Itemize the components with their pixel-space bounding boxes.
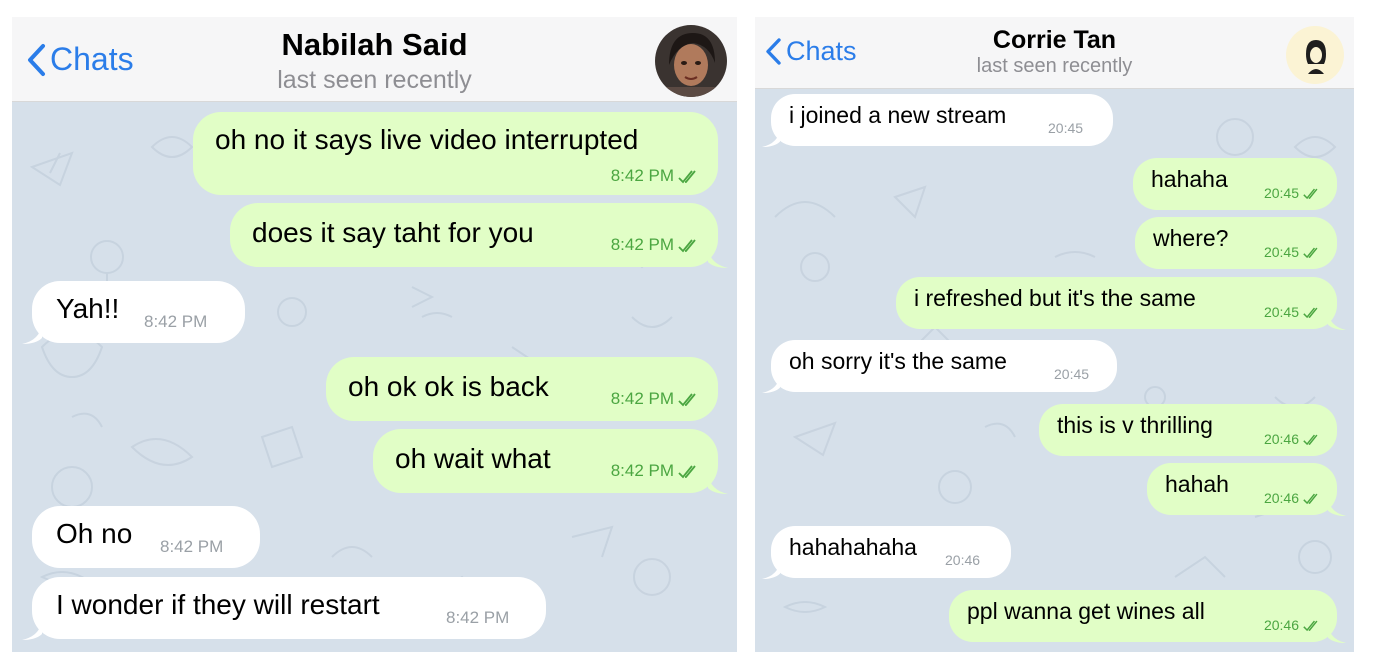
- bubble-tail: [762, 375, 780, 393]
- back-label: Chats: [786, 36, 857, 66]
- double-check-icon: [678, 169, 696, 183]
- message-bubble-incoming[interactable]: I wonder if they will restart 8:42 PM: [22, 577, 546, 640]
- message-time: 20:45: [1264, 244, 1321, 260]
- message-bubble-outgoing[interactable]: hahah 20:46: [1147, 463, 1346, 516]
- message-bubble-outgoing[interactable]: i refreshed but it's the same 20:45: [896, 277, 1346, 330]
- message-text: hahahahaha: [789, 534, 917, 560]
- message-bubble-incoming[interactable]: Oh no 8:42 PM: [32, 506, 260, 568]
- bubble-tail: [708, 248, 728, 268]
- message-bubble-outgoing[interactable]: oh ok ok is back 8:42 PM: [326, 357, 718, 421]
- chat-header: Chats Nabilah Said last seen recently: [12, 17, 737, 102]
- message-bubble-incoming[interactable]: i joined a new stream 20:45: [762, 94, 1113, 147]
- avatar[interactable]: [1286, 26, 1344, 84]
- message-time: 8:42 PM: [611, 461, 700, 481]
- chevron-left-icon: [766, 38, 781, 65]
- message-text: Yah!!: [56, 293, 120, 324]
- message-time-text: 20:45: [1263, 244, 1299, 260]
- double-check-icon: [1303, 493, 1318, 505]
- double-check-icon: [678, 238, 696, 252]
- message-text: hahah: [1165, 471, 1229, 497]
- double-check-icon: [1303, 188, 1318, 200]
- message-text: oh ok ok is back: [348, 371, 549, 402]
- bubble-tail: [708, 474, 728, 494]
- double-check-icon: [678, 464, 696, 478]
- back-label: Chats: [50, 41, 134, 77]
- message-time: 8:42 PM: [144, 312, 208, 331]
- message-time-text: 20:46: [1263, 490, 1299, 506]
- bubble-tail: [1328, 312, 1346, 330]
- double-check-icon: [1303, 434, 1318, 446]
- message-time-text: 20:46: [1263, 617, 1299, 633]
- message-bubble-outgoing[interactable]: this is v thrilling 20:46: [1039, 404, 1337, 456]
- message-time-text: 8:42 PM: [610, 235, 674, 254]
- message-bubble-outgoing[interactable]: ppl wanna get wines all 20:46: [949, 590, 1346, 643]
- message-time: 8:42 PM: [611, 389, 700, 409]
- message-text: ppl wanna get wines all: [967, 598, 1205, 624]
- avatar-illustration: [1286, 26, 1344, 84]
- message-time: 20:46: [1264, 617, 1321, 633]
- message-time-text: 8:42 PM: [610, 389, 674, 408]
- message-text: hahaha: [1151, 166, 1228, 192]
- message-time: 20:45: [1048, 120, 1084, 136]
- message-time-text: 20:45: [1263, 304, 1299, 320]
- message-time: 20:46: [945, 552, 981, 568]
- message-time: 8:42 PM: [611, 235, 700, 255]
- message-text: I wonder if they will restart: [56, 589, 380, 620]
- bubble-tail: [1328, 498, 1346, 516]
- message-time: 8:42 PM: [611, 166, 700, 186]
- message-text: oh sorry it's the same: [789, 348, 1007, 374]
- message-bubble-outgoing[interactable]: where? 20:45: [1135, 217, 1337, 269]
- message-time-text: 8:42 PM: [610, 166, 674, 185]
- message-bubble-outgoing[interactable]: oh no it says live video interrupted 8:4…: [193, 112, 718, 195]
- message-bubble-incoming[interactable]: hahahahaha 20:46: [762, 526, 1011, 579]
- avatar-photo: [655, 25, 727, 97]
- chat-panel-corrie: Chats Corrie Tan last seen recently i jo…: [755, 17, 1354, 652]
- message-time: 20:46: [1264, 490, 1321, 506]
- message-text: this is v thrilling: [1057, 412, 1213, 438]
- message-time: 20:45: [1264, 185, 1321, 201]
- message-time-text: 20:45: [1263, 185, 1299, 201]
- message-text: does it say taht for you: [252, 217, 534, 248]
- message-bubble-outgoing[interactable]: oh wait what 8:42 PM: [373, 429, 728, 494]
- chevron-left-icon: [28, 43, 45, 76]
- message-text: oh no it says live video interrupted: [215, 124, 639, 155]
- bubble-tail: [762, 561, 780, 579]
- message-time-text: 20:46: [1263, 431, 1299, 447]
- back-button[interactable]: Chats: [765, 36, 857, 67]
- double-check-icon: [678, 392, 696, 406]
- bubble-tail: [762, 129, 780, 147]
- bubble-tail: [1328, 625, 1346, 643]
- message-text: where?: [1153, 225, 1229, 251]
- double-check-icon: [1303, 307, 1318, 319]
- message-time: 20:45: [1264, 304, 1321, 320]
- message-text: i joined a new stream: [789, 102, 1007, 128]
- chat-panel-nabilah: Chats Nabilah Said last seen recently oh…: [12, 17, 737, 652]
- message-text: Oh no: [56, 518, 133, 549]
- message-bubble-outgoing[interactable]: hahaha 20:45: [1133, 158, 1337, 210]
- message-bubble-outgoing[interactable]: does it say taht for you 8:42 PM: [230, 203, 728, 268]
- double-check-icon: [1303, 247, 1318, 259]
- message-bubble-incoming[interactable]: Yah!! 8:42 PM: [22, 281, 245, 344]
- message-bubble-incoming[interactable]: oh sorry it's the same 20:45: [762, 340, 1117, 393]
- message-text: oh wait what: [395, 443, 551, 474]
- message-time: 8:42 PM: [160, 537, 224, 556]
- chat-header: Chats Corrie Tan last seen recently: [755, 17, 1354, 89]
- double-check-icon: [1303, 620, 1318, 632]
- message-time-text: 8:42 PM: [610, 461, 674, 480]
- bubble-tail: [22, 620, 42, 640]
- back-button[interactable]: Chats: [26, 41, 134, 78]
- message-time: 20:45: [1054, 366, 1090, 382]
- message-text: i refreshed but it's the same: [914, 285, 1196, 311]
- avatar[interactable]: [655, 25, 727, 97]
- bubble-tail: [22, 324, 42, 344]
- message-time: 8:42 PM: [446, 608, 510, 627]
- message-time: 20:46: [1264, 431, 1321, 447]
